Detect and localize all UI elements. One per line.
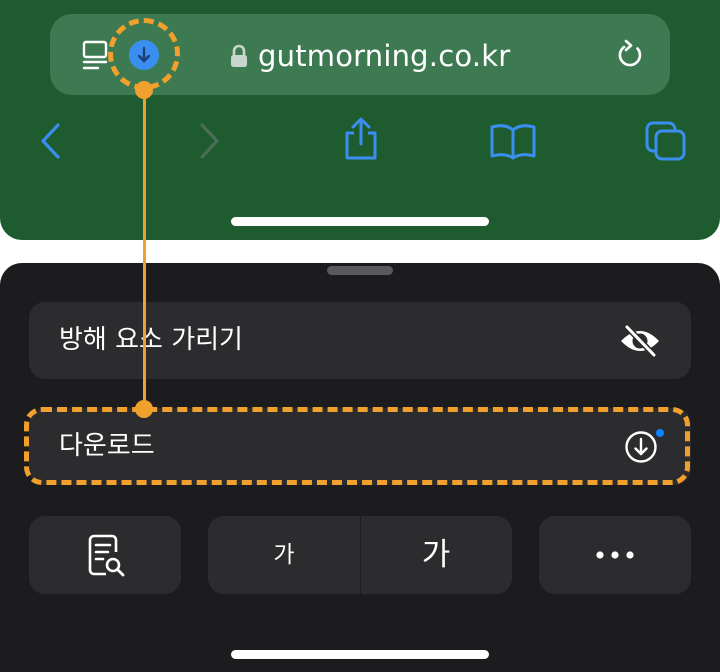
url-display[interactable]: gutmorning.co.kr (230, 36, 510, 76)
font-smaller-button[interactable]: 가 (208, 516, 360, 594)
reload-icon[interactable] (614, 37, 646, 71)
sheet-grabber[interactable] (327, 266, 393, 275)
hide-distracting-items-row[interactable]: 방해 요소 가리기 (29, 302, 691, 379)
hide-distracting-items-label: 방해 요소 가리기 (59, 325, 243, 355)
callout-highlight-box (24, 407, 690, 485)
lock-icon (231, 44, 247, 67)
callout-connector-line (143, 90, 146, 410)
home-indicator (231, 217, 489, 226)
callout-dot-top (135, 81, 153, 99)
eye-slash-icon (621, 324, 659, 358)
callout-highlight-circle (108, 18, 180, 90)
ellipsis-icon (596, 551, 634, 559)
url-text: gutmorning.co.kr (258, 39, 511, 73)
document-search-icon (88, 534, 125, 577)
share-icon[interactable] (341, 116, 381, 162)
font-larger-button[interactable]: 가 (361, 516, 511, 594)
forward-icon[interactable] (194, 122, 222, 160)
back-icon[interactable] (38, 122, 66, 160)
bookmarks-icon[interactable] (489, 122, 537, 160)
tabs-icon[interactable] (644, 120, 688, 162)
page-menu-icon[interactable] (80, 40, 110, 70)
home-indicator-bottom (231, 650, 489, 659)
